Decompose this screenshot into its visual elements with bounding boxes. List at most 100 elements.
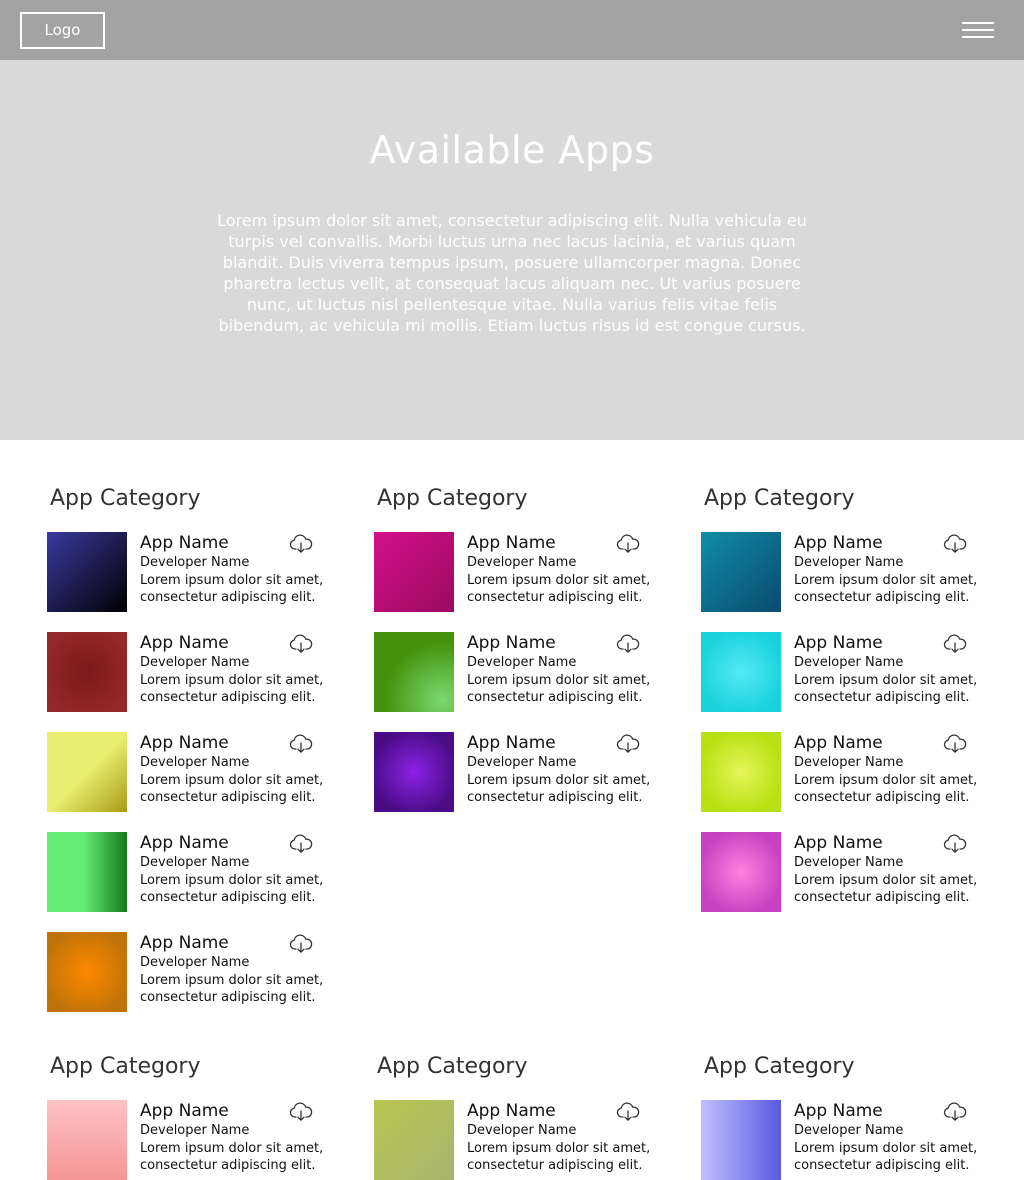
app-list-item[interactable]: App Name Developer Name Lorem ipsum dolor … — [701, 632, 1001, 712]
cloud-download-icon[interactable] — [289, 1102, 313, 1122]
cloud-download-icon[interactable] — [943, 534, 967, 554]
app-list-item[interactable]: App Name Developer Name Lorem ipsum dolor … — [374, 632, 674, 712]
cloud-download-icon[interactable] — [943, 634, 967, 654]
app-icon[interactable] — [47, 932, 127, 1012]
cloud-download-icon[interactable] — [289, 834, 313, 854]
app-description: Lorem ipsum dolor sit amet, consectetur … — [794, 1141, 978, 1173]
app-list-item[interactable]: App Name Developer Name Lorem ipsum dolor … — [701, 1100, 1001, 1180]
app-name[interactable]: App Name — [794, 533, 883, 553]
app-description: Lorem ipsum dolor sit amet, consectetur … — [140, 573, 324, 605]
category-title: App Category — [50, 1054, 201, 1079]
app-list-item[interactable]: App Name Developer Name Lorem ipsum dolor … — [47, 832, 347, 912]
app-icon[interactable] — [701, 632, 781, 712]
app-name[interactable]: App Name — [467, 633, 556, 653]
cloud-download-icon[interactable] — [289, 534, 313, 554]
developer-name: Developer Name — [140, 955, 250, 970]
cloud-download-icon[interactable] — [943, 734, 967, 754]
app-list-item[interactable]: App Name Developer Name Lorem ipsum dolor … — [374, 732, 674, 812]
app-icon[interactable] — [374, 732, 454, 812]
app-icon[interactable] — [47, 532, 127, 612]
developer-name: Developer Name — [140, 755, 250, 770]
app-name[interactable]: App Name — [794, 833, 883, 853]
app-list-item[interactable]: App Name Developer Name Lorem ipsum dolor … — [701, 732, 1001, 812]
app-description: Lorem ipsum dolor sit amet, consectetur … — [140, 1141, 324, 1173]
app-list-item[interactable]: App Name Developer Name Lorem ipsum dolor … — [47, 732, 347, 812]
developer-name: Developer Name — [140, 655, 250, 670]
logo[interactable]: Logo — [20, 12, 105, 49]
cloud-download-icon[interactable] — [616, 634, 640, 654]
category-title: App Category — [704, 1054, 855, 1079]
hamburger-menu-icon[interactable] — [962, 22, 994, 38]
app-icon[interactable] — [374, 1100, 454, 1180]
category-title: App Category — [704, 486, 855, 511]
app-description: Lorem ipsum dolor sit amet, consectetur … — [794, 573, 978, 605]
category-title: App Category — [377, 1054, 528, 1079]
app-name[interactable]: App Name — [794, 1101, 883, 1121]
app-name[interactable]: App Name — [467, 1101, 556, 1121]
app-icon[interactable] — [701, 732, 781, 812]
page-title: Available Apps — [369, 128, 655, 172]
app-name[interactable]: App Name — [140, 533, 229, 553]
cloud-download-icon[interactable] — [616, 734, 640, 754]
app-icon[interactable] — [47, 732, 127, 812]
app-name[interactable]: App Name — [794, 733, 883, 753]
cloud-download-icon[interactable] — [289, 634, 313, 654]
cloud-download-icon[interactable] — [289, 734, 313, 754]
developer-name: Developer Name — [794, 755, 904, 770]
app-icon[interactable] — [701, 1100, 781, 1180]
app-name[interactable]: App Name — [140, 833, 229, 853]
cloud-download-icon[interactable] — [616, 1102, 640, 1122]
app-name[interactable]: App Name — [794, 633, 883, 653]
app-description: Lorem ipsum dolor sit amet, consectetur … — [140, 873, 324, 905]
app-icon[interactable] — [701, 532, 781, 612]
app-description: Lorem ipsum dolor sit amet, consectetur … — [467, 773, 651, 805]
app-list-item[interactable]: App Name Developer Name Lorem ipsum dolor … — [701, 532, 1001, 612]
developer-name: Developer Name — [467, 1123, 577, 1138]
app-icon[interactable] — [47, 1100, 127, 1180]
cloud-download-icon[interactable] — [943, 834, 967, 854]
developer-name: Developer Name — [794, 1123, 904, 1138]
app-description: Lorem ipsum dolor sit amet, consectetur … — [140, 673, 324, 705]
app-icon[interactable] — [374, 632, 454, 712]
app-icon[interactable] — [47, 632, 127, 712]
developer-name: Developer Name — [467, 655, 577, 670]
app-name[interactable]: App Name — [467, 533, 556, 553]
app-description: Lorem ipsum dolor sit amet, consectetur … — [140, 973, 324, 1005]
app-name[interactable]: App Name — [140, 733, 229, 753]
app-description: Lorem ipsum dolor sit amet, consectetur … — [467, 673, 651, 705]
developer-name: Developer Name — [467, 755, 577, 770]
developer-name: Developer Name — [140, 1123, 250, 1138]
developer-name: Developer Name — [467, 555, 577, 570]
app-name[interactable]: App Name — [140, 933, 229, 953]
app-list-item[interactable]: App Name Developer Name Lorem ipsum dolor … — [374, 1100, 674, 1180]
developer-name: Developer Name — [794, 655, 904, 670]
app-icon[interactable] — [374, 532, 454, 612]
app-icon[interactable] — [701, 832, 781, 912]
app-list-item[interactable]: App Name Developer Name Lorem ipsum dolor … — [701, 832, 1001, 912]
app-list-item[interactable]: App Name Developer Name Lorem ipsum dolor … — [47, 532, 347, 612]
app-description: Lorem ipsum dolor sit amet, consectetur … — [140, 773, 324, 805]
app-list-item[interactable]: App Name Developer Name Lorem ipsum dolor … — [47, 1100, 347, 1180]
category-title: App Category — [50, 486, 201, 511]
app-name[interactable]: App Name — [467, 733, 556, 753]
developer-name: Developer Name — [794, 555, 904, 570]
app-icon[interactable] — [47, 832, 127, 912]
category-title: App Category — [377, 486, 528, 511]
app-list-item[interactable]: App Name Developer Name Lorem ipsum dolor … — [47, 932, 347, 1012]
developer-name: Developer Name — [794, 855, 904, 870]
app-description: Lorem ipsum dolor sit amet, consectetur … — [467, 573, 651, 605]
developer-name: Developer Name — [140, 855, 250, 870]
app-description: Lorem ipsum dolor sit amet, consectetur … — [794, 873, 978, 905]
cloud-download-icon[interactable] — [289, 934, 313, 954]
app-list-item[interactable]: App Name Developer Name Lorem ipsum dolor … — [47, 632, 347, 712]
developer-name: Developer Name — [140, 555, 250, 570]
app-name[interactable]: App Name — [140, 1101, 229, 1121]
cloud-download-icon[interactable] — [616, 534, 640, 554]
cloud-download-icon[interactable] — [943, 1102, 967, 1122]
top-navigation-bar: Logo — [0, 0, 1024, 60]
app-description: Lorem ipsum dolor sit amet, consectetur … — [794, 673, 978, 705]
hero-section: Available Apps Lorem ipsum dolor sit ame… — [0, 60, 1024, 440]
app-name[interactable]: App Name — [140, 633, 229, 653]
app-description: Lorem ipsum dolor sit amet, consectetur … — [794, 773, 978, 805]
app-list-item[interactable]: App Name Developer Name Lorem ipsum dolor … — [374, 532, 674, 612]
